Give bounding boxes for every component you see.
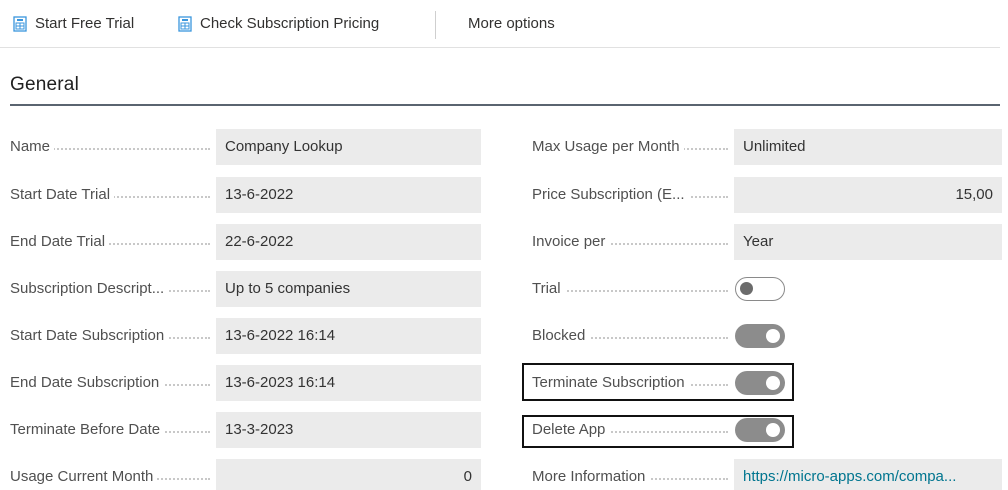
field-start-date-subscription: Start Date Subscription 13-6-2022 16:14 [10,318,481,354]
field-label: Max Usage per Month [532,138,684,155]
document-icon [13,15,27,32]
field-label: Terminate Subscription [532,374,689,391]
field-label: Start Date Subscription [10,327,169,344]
field-label: Invoice per [532,233,610,250]
field-label: Delete App [532,421,610,438]
action-separator [435,11,436,39]
blocked-toggle[interactable] [735,324,785,348]
field-end-date-trial: End Date Trial 22-6-2022 [10,224,481,260]
price-subscription-value[interactable]: 15,00 [734,177,1002,213]
field-label: Subscription Descript... [10,280,169,297]
field-label: Name [10,138,55,155]
section-divider [10,104,1000,106]
field-price-subscription: Price Subscription (E... 15,00 [532,177,1002,213]
start-free-trial-action[interactable]: Start Free Trial [13,0,134,48]
subscription-description-value[interactable]: Up to 5 companies [216,271,481,307]
section-title[interactable]: General [10,74,79,96]
field-label: Start Date Trial [10,186,115,203]
usage-current-month-value[interactable]: 0 [216,459,481,490]
toggle-knob [740,282,753,295]
field-usage-current-month: Usage Current Month 0 [10,459,481,490]
field-subscription-description: Subscription Descript... Up to 5 compani… [10,271,481,307]
more-options-button[interactable]: More options [468,0,555,48]
max-usage-value[interactable]: Unlimited [734,129,1002,165]
invoice-per-value[interactable]: Year [734,224,1002,260]
start-free-trial-label: Start Free Trial [35,15,135,32]
document-icon [178,15,192,32]
field-label: Trial [532,280,565,297]
field-label: More Information [532,468,650,485]
field-label: Usage Current Month [10,468,158,485]
start-date-trial-value[interactable]: 13-6-2022 [216,177,481,213]
field-blocked: Blocked [532,318,1000,354]
field-label: End Date Subscription [10,374,164,391]
field-terminate-before-date: Terminate Before Date 13-3-2023 [10,412,481,448]
field-end-date-subscription: End Date Subscription 13-6-2023 16:14 [10,365,481,401]
trial-toggle[interactable] [735,277,785,301]
action-bar: Start Free Trial Check Subscription Pric… [0,0,1000,48]
field-name: Name Company Lookup [10,129,481,165]
check-subscription-pricing-action[interactable]: Check Subscription Pricing [178,0,379,48]
terminate-before-date-value[interactable]: 13-3-2023 [216,412,481,448]
field-trial: Trial [532,271,1000,307]
more-information-link[interactable]: https://micro-apps.com/compa... [734,459,1002,490]
start-date-subscription-value[interactable]: 13-6-2022 16:14 [216,318,481,354]
field-label: End Date Trial [10,233,110,250]
end-date-trial-value[interactable]: 22-6-2022 [216,224,481,260]
name-value[interactable]: Company Lookup [216,129,481,165]
end-date-subscription-value[interactable]: 13-6-2023 16:14 [216,365,481,401]
field-more-information: More Information https://micro-apps.com/… [532,459,1002,490]
toggle-knob [766,329,780,343]
more-options-label: More options [468,15,555,32]
field-invoice-per: Invoice per Year [532,224,1002,260]
field-max-usage: Max Usage per Month Unlimited [532,129,1002,165]
field-label: Terminate Before Date [10,421,165,438]
field-start-date-trial: Start Date Trial 13-6-2022 [10,177,481,213]
field-label: Blocked [532,327,590,344]
check-subscription-pricing-label: Check Subscription Pricing [200,15,380,32]
field-label: Price Subscription (E... [532,186,689,203]
